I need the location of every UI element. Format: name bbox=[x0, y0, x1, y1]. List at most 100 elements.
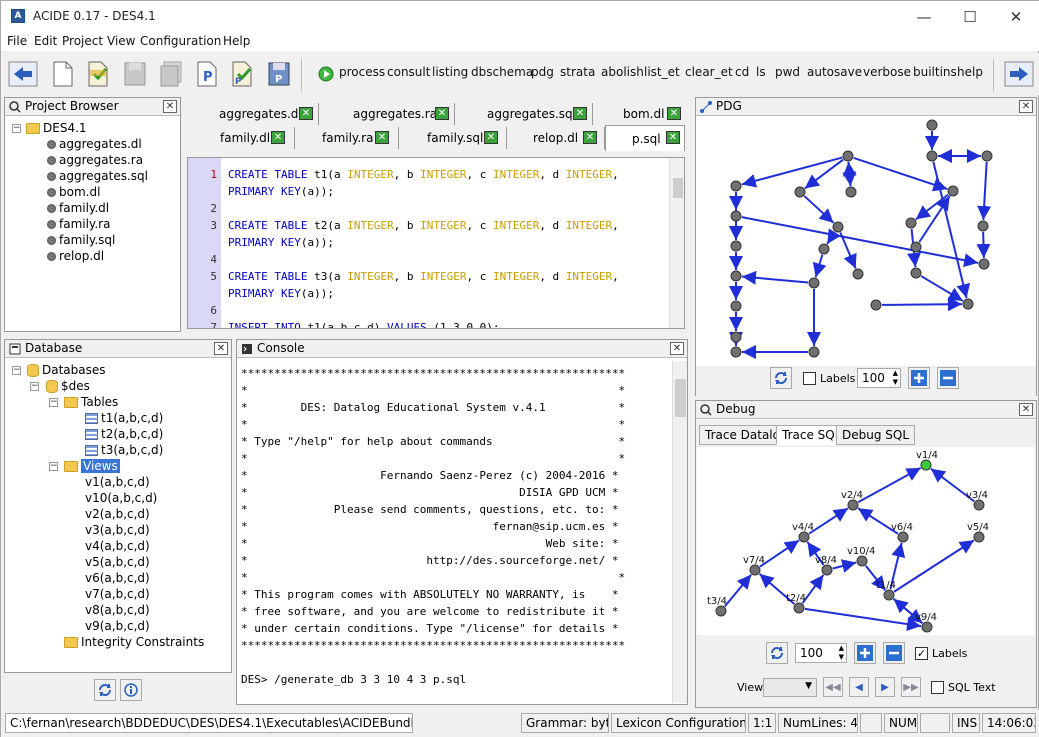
close-icon[interactable]: ✕ bbox=[1019, 403, 1033, 416]
collapse-icon[interactable]: − bbox=[12, 366, 21, 375]
close-icon[interactable]: ✕ bbox=[163, 100, 177, 113]
graph-node[interactable] bbox=[818, 243, 830, 255]
cmd-listing[interactable]: listing bbox=[432, 65, 468, 79]
tab-family-sql[interactable]: family.sql ✕ bbox=[399, 127, 507, 149]
open-file-icon[interactable] bbox=[85, 59, 113, 89]
cmd-builtins[interactable]: builtins bbox=[913, 65, 957, 79]
graph-node[interactable] bbox=[832, 221, 844, 233]
save-project-icon[interactable]: P bbox=[265, 59, 293, 89]
tab-p-sql[interactable]: p.sql ✕ bbox=[605, 125, 685, 151]
process-icon[interactable] bbox=[317, 59, 335, 89]
close-icon[interactable]: ✕ bbox=[299, 107, 313, 120]
debug-zoom-spinner[interactable]: 100 ▲ ▼ bbox=[795, 643, 847, 663]
graph-node[interactable] bbox=[856, 555, 868, 567]
graph-node[interactable] bbox=[798, 531, 810, 543]
open-project-icon[interactable]: P bbox=[229, 59, 257, 89]
cmd-verbose[interactable]: verbose bbox=[863, 65, 911, 79]
pdg-zoom-in-button[interactable] bbox=[908, 367, 930, 389]
view-item[interactable]: v1(a,b,c,d) bbox=[85, 475, 150, 489]
graph-node[interactable] bbox=[926, 150, 938, 162]
tab-family-dl[interactable]: family.dl ✕ bbox=[187, 127, 295, 149]
view-item[interactable]: v9(a,b,c,d) bbox=[85, 619, 150, 633]
close-icon[interactable]: ✕ bbox=[484, 131, 498, 144]
debug-labels-checkbox[interactable]: ✓ bbox=[915, 647, 928, 660]
cmd-abolish[interactable]: abolish bbox=[601, 65, 644, 79]
back-arrow-icon[interactable] bbox=[7, 59, 39, 89]
first-step-button[interactable]: ◀◀ bbox=[823, 677, 843, 697]
graph-node[interactable] bbox=[794, 186, 806, 198]
scrollbar-thumb[interactable] bbox=[673, 178, 683, 198]
forward-arrow-icon[interactable] bbox=[1003, 59, 1035, 89]
project-file[interactable]: family.sql bbox=[47, 233, 115, 247]
new-project-icon[interactable]: P bbox=[193, 59, 221, 89]
constraints-folder[interactable]: Integrity Constraints bbox=[64, 635, 204, 649]
debug-zoom-in-button[interactable] bbox=[854, 642, 876, 664]
cmd-clear-et[interactable]: clear_et bbox=[685, 65, 733, 79]
view-item[interactable]: v8(a,b,c,d) bbox=[85, 603, 150, 617]
project-file[interactable]: aggregates.ra bbox=[47, 153, 143, 167]
cmd-autosave[interactable]: autosave bbox=[807, 65, 862, 79]
project-file[interactable]: bom.dl bbox=[47, 185, 100, 199]
close-button[interactable]: ✕ bbox=[993, 4, 1039, 30]
tab-bom-dl[interactable]: bom.dl ✕ bbox=[593, 103, 685, 125]
code-editor[interactable]: 1 2 3 4 5 6 7 CREATE TABLE t1(a INTEGER,… bbox=[187, 157, 685, 329]
graph-node[interactable] bbox=[947, 185, 959, 197]
cmd-dbschema[interactable]: dbschema bbox=[471, 65, 533, 79]
graph-node[interactable] bbox=[910, 241, 922, 253]
spinner-arrows-icon[interactable]: ▲ ▼ bbox=[839, 644, 844, 662]
close-icon[interactable]: ✕ bbox=[375, 131, 389, 144]
graph-node[interactable] bbox=[730, 180, 742, 192]
editor-scrollbar[interactable] bbox=[669, 158, 684, 328]
close-icon[interactable]: ✕ bbox=[670, 342, 684, 355]
database-des[interactable]: $des bbox=[46, 379, 90, 393]
console-scrollbar[interactable] bbox=[672, 361, 687, 703]
close-icon[interactable]: ✕ bbox=[573, 107, 587, 120]
cmd-pdg[interactable]: pdg bbox=[531, 65, 554, 79]
close-icon[interactable]: ✕ bbox=[214, 342, 228, 355]
sql-text-checkbox[interactable] bbox=[931, 681, 944, 694]
menu-help[interactable]: Help bbox=[223, 34, 250, 48]
last-step-button[interactable]: ▶▶ bbox=[901, 677, 921, 697]
view-item[interactable]: v10(a,b,c,d) bbox=[85, 491, 157, 505]
graph-node[interactable] bbox=[842, 150, 854, 162]
tab-family-ra[interactable]: family.ra ✕ bbox=[295, 127, 399, 149]
pdg-zoom-spinner[interactable]: 100 ▲ ▼ bbox=[857, 368, 901, 388]
refresh-database-button[interactable] bbox=[94, 679, 116, 701]
graph-node[interactable] bbox=[870, 299, 882, 311]
graph-node[interactable] bbox=[973, 499, 985, 511]
views-folder[interactable]: Views bbox=[64, 459, 120, 473]
graph-node[interactable] bbox=[730, 331, 742, 343]
menu-configuration[interactable]: Configuration bbox=[140, 34, 221, 48]
view-item[interactable]: v3(a,b,c,d) bbox=[85, 523, 150, 537]
view-item[interactable]: v6(a,b,c,d) bbox=[85, 571, 150, 585]
graph-node[interactable] bbox=[897, 531, 909, 543]
cmd-consult[interactable]: consult bbox=[387, 65, 430, 79]
cmd-help[interactable]: help bbox=[957, 65, 983, 79]
save-file-icon[interactable] bbox=[121, 59, 149, 89]
cmd-pwd[interactable]: pwd bbox=[775, 65, 800, 79]
debug-refresh-button[interactable] bbox=[766, 642, 788, 664]
graph-node[interactable] bbox=[910, 267, 922, 279]
tab-aggregates-ra[interactable]: aggregates.ra ✕ bbox=[319, 103, 455, 125]
database-info-button[interactable] bbox=[120, 679, 142, 701]
cmd-ls[interactable]: ls bbox=[756, 65, 766, 79]
pdg-labels-checkbox[interactable] bbox=[803, 372, 816, 385]
console-output[interactable]: ****************************************… bbox=[237, 361, 673, 703]
graph-node[interactable] bbox=[852, 268, 864, 280]
graph-node[interactable] bbox=[715, 605, 727, 617]
graph-node[interactable] bbox=[730, 346, 742, 358]
table-item[interactable]: t3(a,b,c,d) bbox=[85, 443, 163, 457]
graph-node[interactable] bbox=[926, 119, 938, 131]
graph-node[interactable] bbox=[749, 564, 761, 576]
graph-node[interactable] bbox=[845, 186, 857, 198]
menu-project[interactable]: Project bbox=[62, 34, 103, 48]
view-item[interactable]: v4(a,b,c,d) bbox=[85, 539, 150, 553]
graph-node[interactable] bbox=[981, 150, 993, 162]
collapse-icon[interactable]: − bbox=[49, 462, 58, 471]
graph-node[interactable] bbox=[730, 240, 742, 252]
graph-node[interactable] bbox=[905, 217, 917, 229]
graph-node[interactable] bbox=[808, 346, 820, 358]
collapse-icon[interactable]: − bbox=[30, 382, 39, 391]
graph-node[interactable] bbox=[730, 210, 742, 222]
graph-node[interactable] bbox=[730, 270, 742, 282]
